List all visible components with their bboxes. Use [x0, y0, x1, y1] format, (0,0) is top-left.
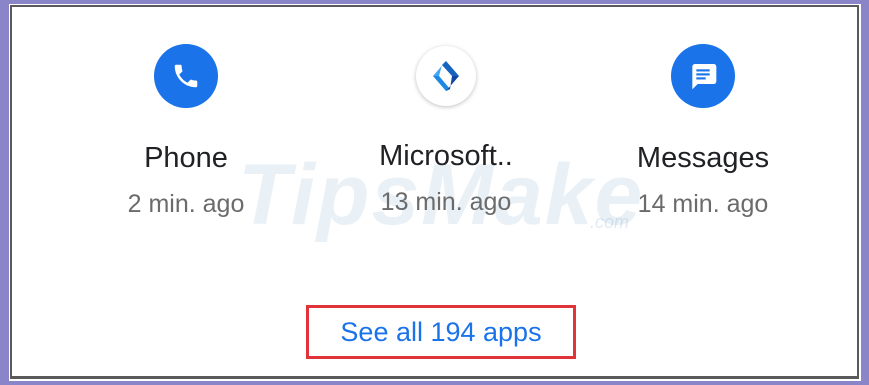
app-last-used: 13 min. ago	[380, 188, 512, 216]
app-item-messages[interactable]: Messages 14 min. ago	[603, 44, 803, 219]
see-all-apps-link[interactable]: See all 194 apps	[306, 305, 576, 359]
microsoft-launcher-icon[interactable]	[416, 46, 476, 106]
app-item-microsoft[interactable]: Microsoft.. 13 min. ago	[346, 44, 546, 217]
app-last-used: 14 min. ago	[637, 190, 769, 218]
phone-icon[interactable]	[154, 44, 218, 108]
app-name: Messages	[636, 142, 770, 174]
app-name: Phone	[144, 142, 228, 174]
app-name: Microsoft..	[379, 140, 513, 172]
messages-icon[interactable]	[671, 44, 735, 108]
app-item-phone[interactable]: Phone 2 min. ago	[86, 44, 286, 219]
app-last-used: 2 min. ago	[127, 190, 245, 218]
see-all-apps-label: See all 194 apps	[340, 316, 542, 347]
